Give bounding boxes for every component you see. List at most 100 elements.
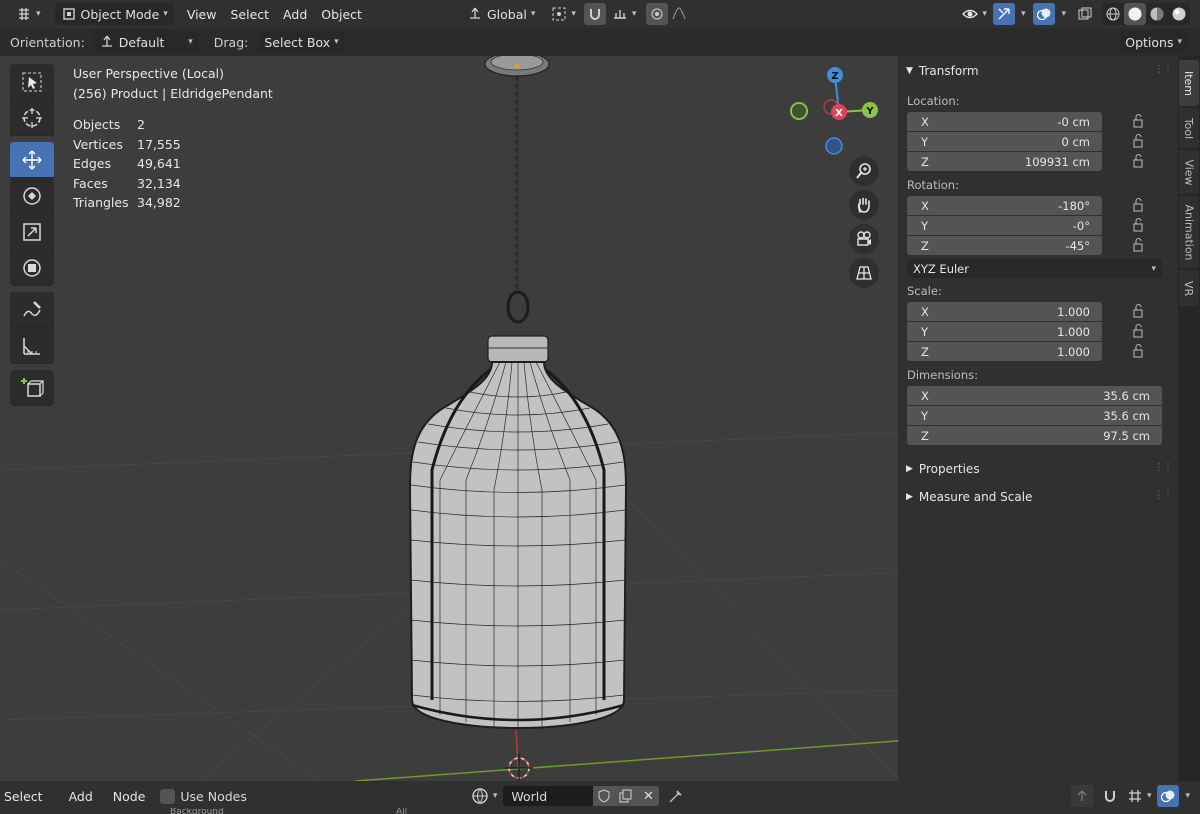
use-nodes-checkbox[interactable]: Use Nodes xyxy=(160,788,247,804)
location-x-field[interactable]: X -0 cm xyxy=(907,112,1102,131)
tool-move[interactable] xyxy=(10,142,54,178)
snap-target-dropdown[interactable]: ▾ xyxy=(606,3,643,25)
shading-wireframe-button[interactable] xyxy=(1102,3,1124,25)
tool-settings-bar: Orientation: Default ▾ Drag: Select Box … xyxy=(0,28,1200,56)
drag-setting-dropdown[interactable]: Select Box ▾ xyxy=(258,31,345,53)
gizmo-toggle[interactable] xyxy=(992,3,1015,25)
proportional-falloff-dropdown[interactable] xyxy=(668,3,690,25)
unlink-world-button[interactable]: ✕ xyxy=(637,786,660,806)
lock-location-z-icon[interactable] xyxy=(1130,154,1146,168)
scale-y-field[interactable]: Y 1.000 xyxy=(907,322,1102,341)
lock-location-x-icon[interactable] xyxy=(1130,114,1146,128)
proportional-editing-toggle[interactable] xyxy=(646,3,669,25)
sidebar-item-panel: ▼ Transform ⋮⋮ Location: X -0 cm Y 0 cm Z 1… xyxy=(898,56,1178,781)
editor-type-button[interactable]: ▾ xyxy=(10,3,47,25)
tab-label: VR xyxy=(1182,280,1196,296)
tab-vr[interactable]: VR xyxy=(1179,270,1199,306)
menu-add[interactable]: Add xyxy=(276,7,314,22)
field-value: 35.6 cm xyxy=(1103,388,1150,403)
pivot-point-dropdown[interactable]: ▾ xyxy=(545,3,582,25)
shading-rendered-button[interactable] xyxy=(1168,3,1190,25)
menu-object[interactable]: Object xyxy=(314,7,369,22)
gizmo-neg-z[interactable] xyxy=(825,137,843,155)
dimensions-x-field[interactable]: X 35.6 cm xyxy=(907,386,1162,405)
footer-menu-node[interactable]: Node xyxy=(106,789,153,804)
tab-view[interactable]: View xyxy=(1179,150,1199,194)
dimensions-z-field[interactable]: Z 97.5 cm xyxy=(907,426,1162,445)
chevron-down-icon[interactable]: ▾ xyxy=(1185,791,1190,801)
tool-measure[interactable] xyxy=(10,328,54,364)
tab-animation[interactable]: Animation xyxy=(1179,196,1199,268)
chevron-down-icon[interactable]: ▾ xyxy=(1021,9,1026,19)
chevron-down-icon: ▾ xyxy=(1146,791,1152,801)
hand-icon xyxy=(857,197,870,213)
menu-view[interactable]: View xyxy=(180,7,224,22)
zoom-button[interactable] xyxy=(849,156,879,186)
overlays-toggle[interactable] xyxy=(1033,3,1056,25)
tool-scale[interactable] xyxy=(10,214,54,250)
stat-value: 49,641 xyxy=(137,156,181,171)
rotation-z-field[interactable]: Z -45° xyxy=(907,236,1102,255)
shading-material-button[interactable] xyxy=(1146,3,1168,25)
lock-location-y-icon[interactable] xyxy=(1130,134,1146,148)
field-value: 109931 cm xyxy=(1024,154,1090,169)
orientation-setting-dropdown[interactable]: Default ▾ xyxy=(92,31,199,53)
lock-rotation-z-icon[interactable] xyxy=(1130,238,1146,252)
lock-scale-z-icon[interactable] xyxy=(1130,344,1146,358)
snap-toggle[interactable] xyxy=(583,3,606,25)
xray-toggle[interactable] xyxy=(1074,3,1096,25)
tool-annotate[interactable] xyxy=(10,292,54,328)
lock-rotation-y-icon[interactable] xyxy=(1130,218,1146,232)
location-y-field[interactable]: Y 0 cm xyxy=(907,132,1102,151)
tool-rotate[interactable] xyxy=(10,178,54,214)
rotation-x-field[interactable]: X -180° xyxy=(907,196,1102,215)
drag-setting-label: Drag: xyxy=(213,34,249,50)
location-z-field[interactable]: Z 109931 cm xyxy=(907,152,1102,171)
fake-user-button[interactable] xyxy=(593,786,616,806)
footer-snap-toggle[interactable] xyxy=(1099,785,1121,807)
add-cube-icon xyxy=(21,377,44,397)
shading-solid-button[interactable] xyxy=(1124,3,1146,25)
options-dropdown[interactable]: Options ▾ xyxy=(1119,31,1188,53)
footer-snap-target-dropdown[interactable]: ▾ xyxy=(1121,785,1158,807)
footer-menu-select[interactable]: Select xyxy=(0,789,50,804)
mode-dropdown[interactable]: Object Mode ▾ xyxy=(54,3,174,25)
duplicate-world-button[interactable] xyxy=(615,786,638,806)
world-name-field[interactable]: World xyxy=(503,786,594,806)
tab-tool[interactable]: Tool xyxy=(1179,108,1199,148)
transform-orientation-dropdown[interactable]: Global ▾ xyxy=(461,3,541,25)
lock-scale-y-icon[interactable] xyxy=(1130,324,1146,338)
drag-handle-icon[interactable]: ⋮⋮ xyxy=(1154,490,1173,501)
rotation-y-field[interactable]: Y -0° xyxy=(907,216,1102,235)
projection-toggle-button[interactable] xyxy=(849,258,879,288)
tab-label: View xyxy=(1182,158,1196,186)
camera-view-button[interactable] xyxy=(849,224,879,254)
drag-handle-icon[interactable]: ⋮⋮ xyxy=(1154,462,1173,473)
scale-x-field[interactable]: X 1.000 xyxy=(907,302,1102,321)
pin-button[interactable] xyxy=(665,785,687,807)
pan-button[interactable] xyxy=(849,190,879,220)
parent-node-tree-button[interactable] xyxy=(1070,785,1093,807)
drag-handle-icon[interactable]: ⋮⋮ xyxy=(1154,64,1173,75)
tool-select-box[interactable] xyxy=(10,64,54,100)
transform-panel-header[interactable]: ▼ Transform xyxy=(906,64,979,78)
lock-rotation-x-icon[interactable] xyxy=(1130,198,1146,212)
lock-scale-x-icon[interactable] xyxy=(1130,304,1146,318)
menu-select[interactable]: Select xyxy=(223,7,276,22)
navigation-gizmo[interactable]: Z Y X xyxy=(786,64,886,164)
tool-cursor[interactable] xyxy=(10,100,54,136)
measure-panel-header[interactable]: ▶ Measure and Scale xyxy=(906,490,1032,504)
visibility-dropdown[interactable]: ▾ xyxy=(956,3,993,25)
properties-panel-header[interactable]: ▶ Properties xyxy=(906,462,980,476)
world-type-dropdown[interactable]: ▾ xyxy=(465,785,504,807)
tool-transform[interactable] xyxy=(10,250,54,286)
rotation-mode-dropdown[interactable]: XYZ Euler ▾ xyxy=(907,259,1162,278)
scale-z-field[interactable]: Z 1.000 xyxy=(907,342,1102,361)
dimensions-y-field[interactable]: Y 35.6 cm xyxy=(907,406,1162,425)
tool-add-cube[interactable] xyxy=(10,370,54,406)
node-label-cutoff: Background xyxy=(170,808,224,814)
chevron-down-icon[interactable]: ▾ xyxy=(1061,9,1066,19)
footer-menu-add[interactable]: Add xyxy=(62,789,100,804)
footer-overlays-toggle[interactable] xyxy=(1157,785,1180,807)
tab-item[interactable]: Item xyxy=(1179,60,1199,106)
